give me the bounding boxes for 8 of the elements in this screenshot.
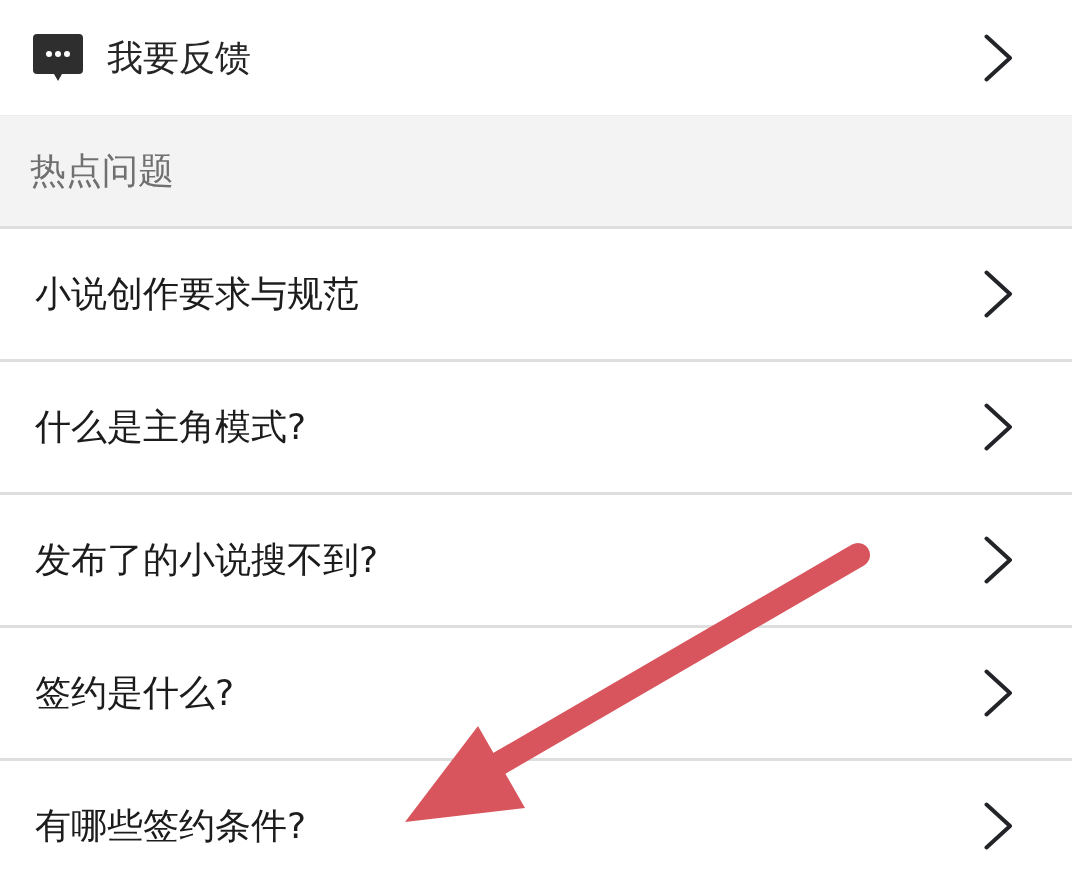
section-header: 热点问题 — [0, 115, 1072, 226]
chevron-right-icon — [984, 403, 1013, 451]
message-bubble-icon — [33, 34, 83, 81]
chevron-right-icon — [984, 669, 1013, 717]
chevron-right-icon — [984, 270, 1013, 318]
chevron-right-icon — [984, 33, 1013, 82]
chevron-right-icon — [984, 536, 1013, 584]
chevron-right-icon — [984, 802, 1013, 850]
